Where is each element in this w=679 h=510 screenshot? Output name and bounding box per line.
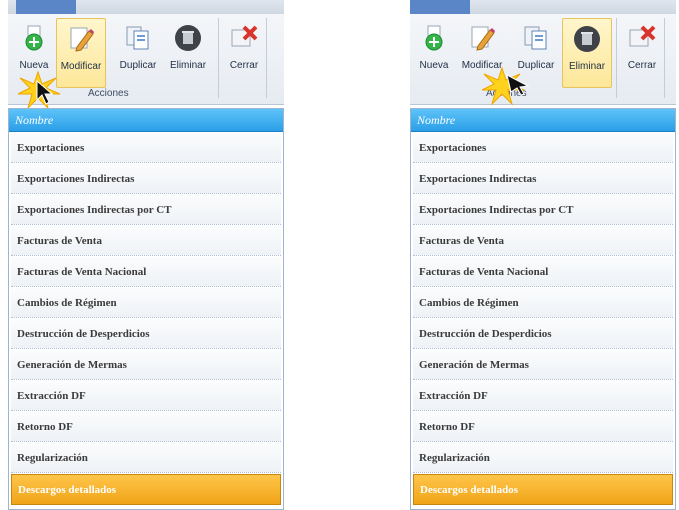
close-button[interactable]: Cerrar [618,18,666,86]
delete-button-label: Eliminar [568,61,606,72]
names-list: Nombre Exportaciones Exportaciones Indir… [8,108,284,510]
close-x-icon [231,25,258,47]
list-item[interactable]: Facturas de Venta Nacional [413,257,673,287]
list-item[interactable]: Exportaciones [413,133,673,163]
delete-button[interactable]: Eliminar [164,18,212,86]
close-button-label: Cerrar [229,60,259,71]
list-item[interactable]: Extracción DF [11,381,281,411]
list-item[interactable]: Destrucción de Desperdicios [11,319,281,349]
list-item[interactable]: Exportaciones [11,133,281,163]
window-tabstrip [8,0,284,15]
list-header-name[interactable]: Nombre [411,109,675,132]
list-item[interactable]: Retorno DF [413,412,673,442]
delete-button-label: Eliminar [169,60,207,71]
list-item[interactable]: Cambios de Régimen [413,288,673,318]
trash-icon [175,25,201,51]
duplicate-icon [126,26,149,50]
list-item[interactable]: Destrucción de Desperdicios [413,319,673,349]
ribbon-separator [218,18,219,98]
duplicate-button-label: Duplicar [119,60,157,71]
close-x-icon [629,25,656,47]
duplicate-button[interactable]: Duplicar [114,18,162,86]
list-item[interactable]: Generación de Mermas [413,350,673,380]
edit-pencil-icon [471,26,495,51]
mouse-cursor-icon [506,74,530,96]
ribbon-separator [616,18,617,98]
new-button[interactable]: Nueva [410,18,458,86]
list-item[interactable]: Exportaciones Indirectas por CT [413,195,673,225]
edit-button-label: Modificar [60,61,102,72]
edit-button[interactable]: Modificar [56,18,106,88]
mouse-cursor-icon [36,80,54,105]
ribbon-separator [664,18,665,98]
ribbon-tab[interactable] [410,0,470,14]
delete-button[interactable]: Eliminar [562,18,612,88]
trash-icon [574,26,600,52]
actions-group-label: Acciones [88,88,129,99]
list-item[interactable]: Facturas de Venta [11,226,281,256]
ribbon-separator [266,18,267,98]
list-item[interactable]: Exportaciones Indirectas por CT [11,195,281,225]
list-item[interactable]: Exportaciones Indirectas [11,164,281,194]
list-item[interactable]: Regularización [413,443,673,473]
list-item-selected[interactable]: Descargos detallados [413,474,673,505]
list-item[interactable]: Generación de Mermas [11,350,281,380]
list-header-name[interactable]: Nombre [9,109,283,132]
new-plus-icon [425,25,443,51]
duplicate-icon [524,26,547,50]
list-item[interactable]: Retorno DF [11,412,281,442]
list-item[interactable]: Extracción DF [413,381,673,411]
right-screen: Nueva Modificar Duplicar Eliminar Cerrar… [410,0,676,510]
close-button[interactable]: Cerrar [220,18,268,86]
window-tabstrip [410,0,676,15]
close-button-label: Cerrar [627,60,657,71]
list-item[interactable]: Regularización [11,443,281,473]
names-list: Nombre Exportaciones Exportaciones Indir… [410,108,676,510]
list-item[interactable]: Exportaciones Indirectas [413,164,673,194]
left-screen: Nueva Modificar Duplicar Eliminar Cerrar… [8,0,284,510]
new-plus-icon [25,25,43,51]
edit-pencil-icon [70,27,94,52]
list-item[interactable]: Facturas de Venta [413,226,673,256]
list-item-selected[interactable]: Descargos detallados [11,474,281,505]
ribbon-toolbar: Nueva Modificar Duplicar Eliminar [410,14,676,105]
list-item[interactable]: Facturas de Venta Nacional [11,257,281,287]
new-button-label: Nueva [419,60,449,71]
ribbon-tab[interactable] [16,0,76,14]
list-item[interactable]: Cambios de Régimen [11,288,281,318]
